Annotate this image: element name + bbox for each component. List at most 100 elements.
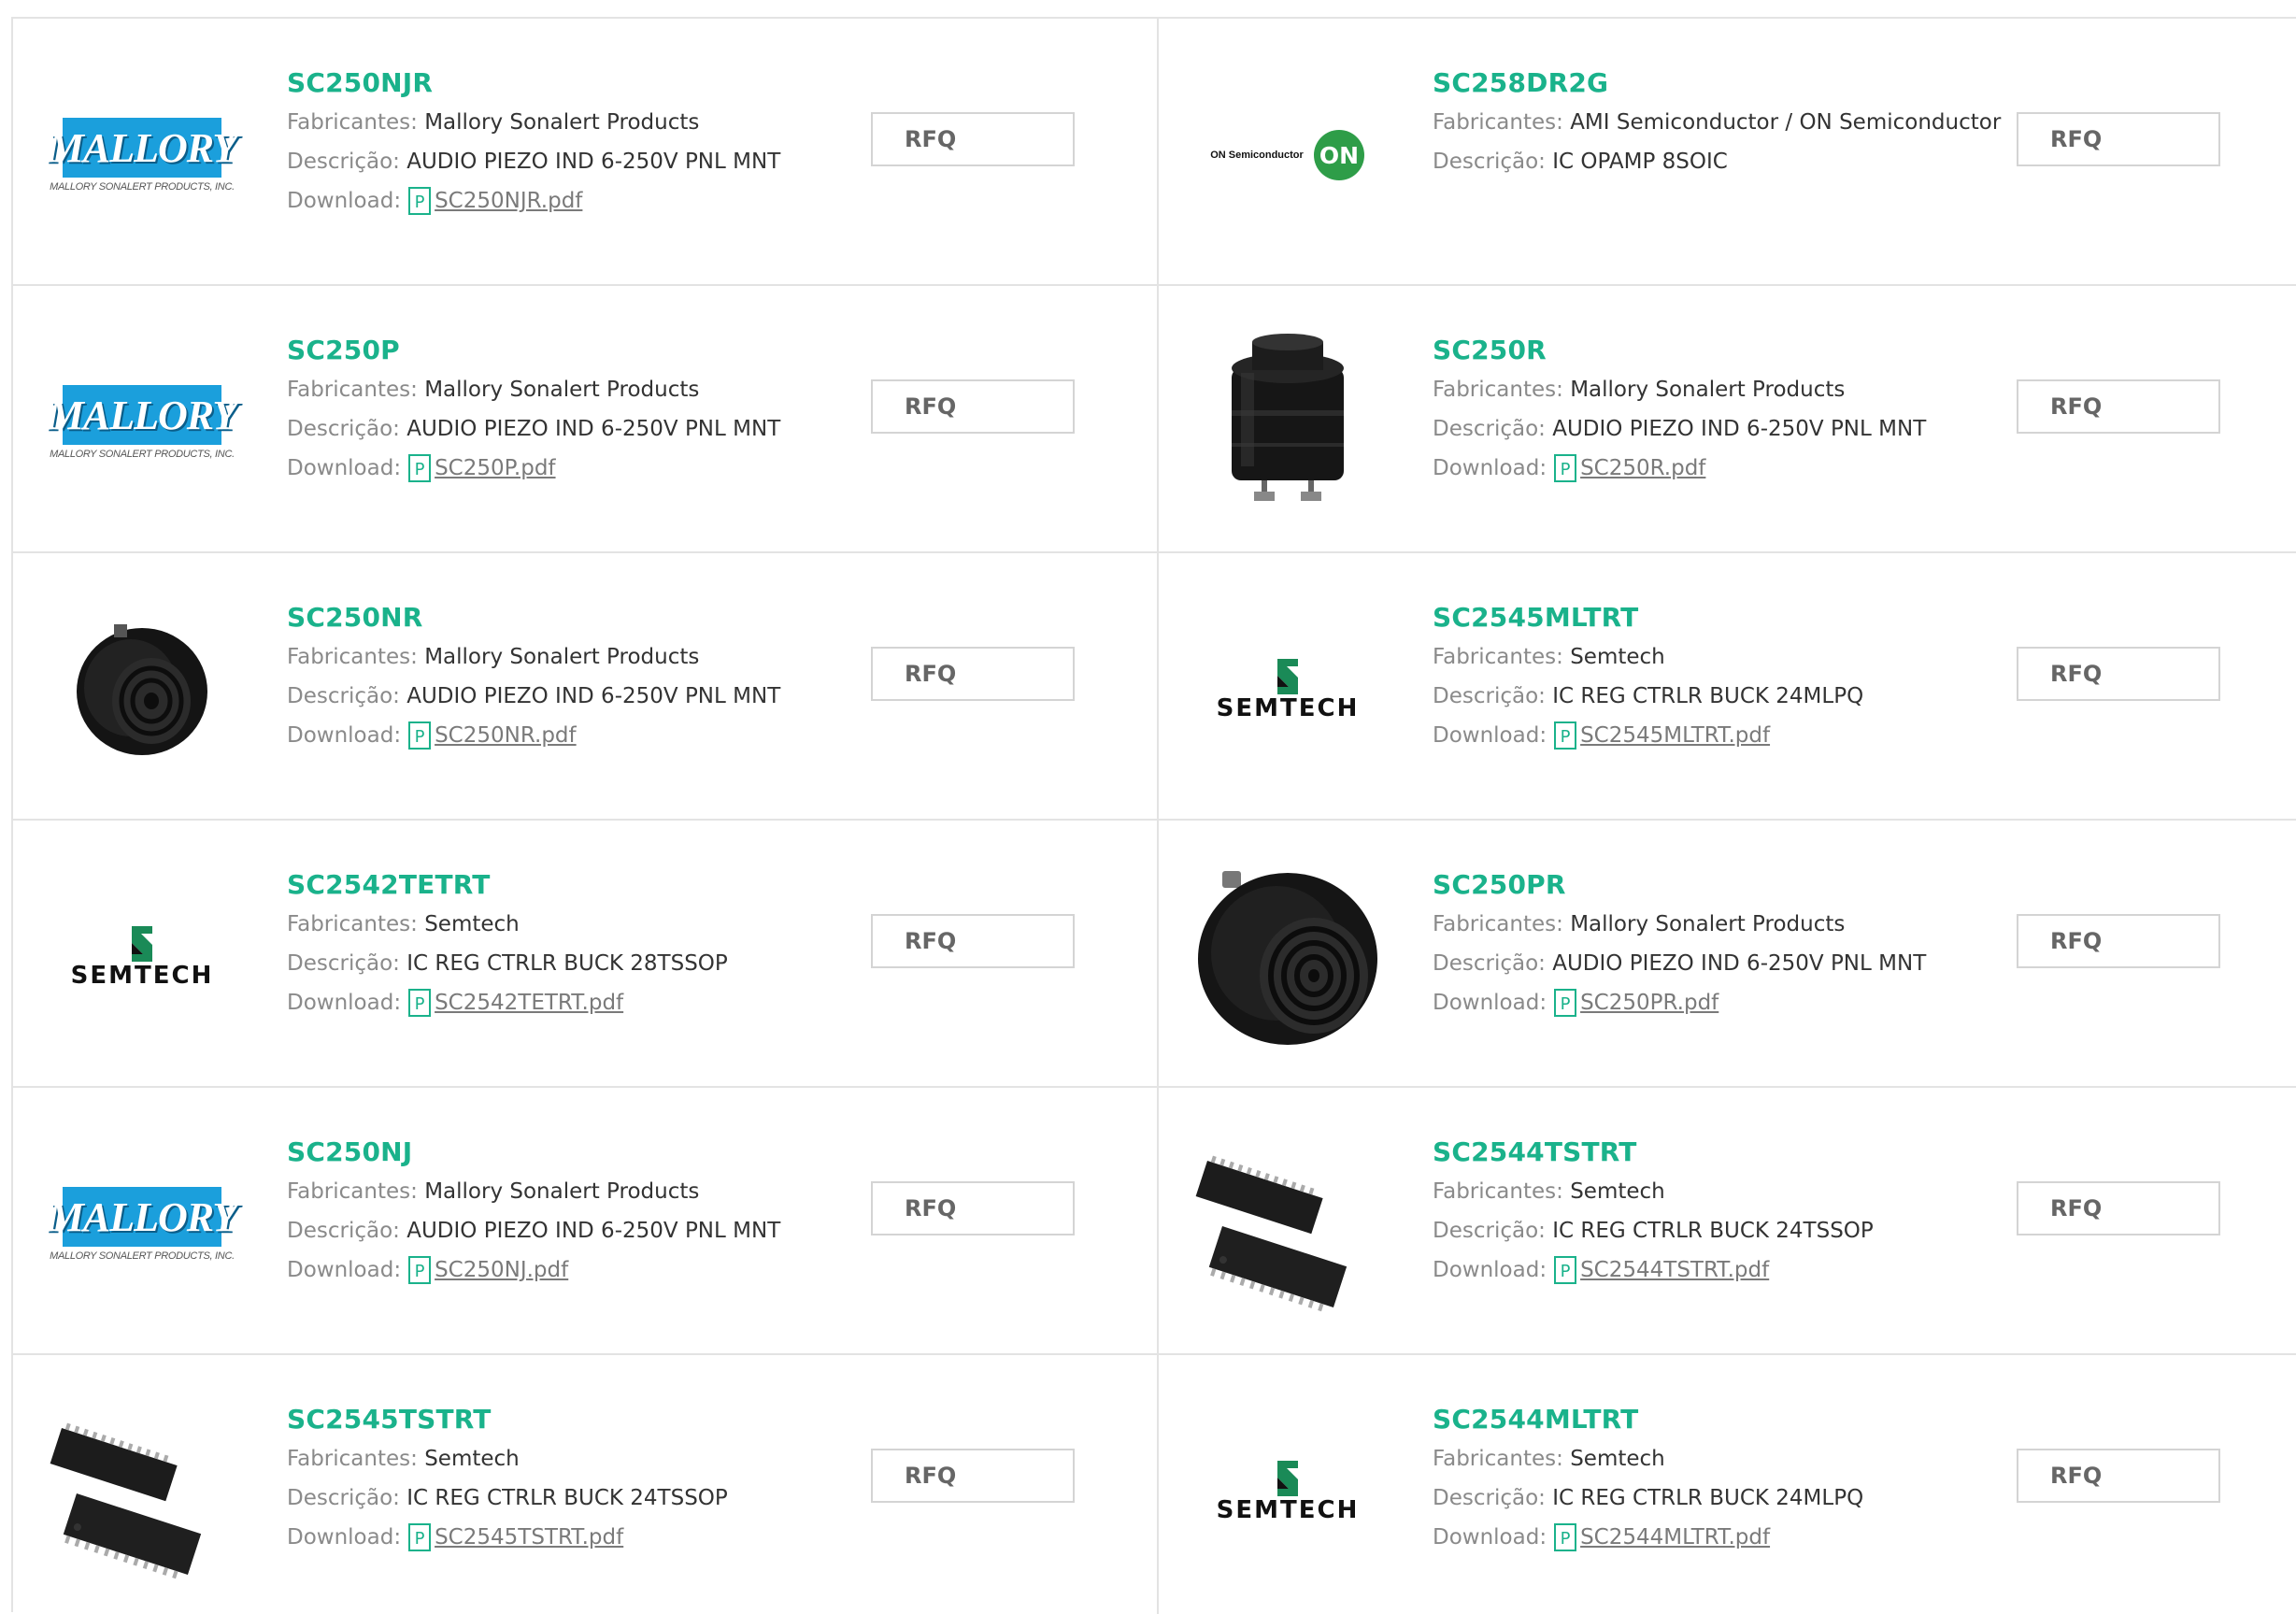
- part-number-link[interactable]: SC250PR: [1433, 869, 2012, 905]
- product-image[interactable]: [1194, 331, 1381, 514]
- product-image[interactable]: MALLORY MALLORY SONALERT PRODUCTS, INC.: [48, 64, 237, 247]
- manufacturer-row: Fabricantes: Semtech: [287, 1447, 520, 1471]
- product-image[interactable]: MALLORY MALLORY SONALERT PRODUCTS, INC.: [48, 1133, 237, 1316]
- svg-text:P: P: [1561, 994, 1571, 1014]
- product-card: SEMTECH SC2545MLTRT Fabricantes: Semtech…: [1159, 553, 2296, 821]
- product-card: ON Semiconductor ON SC258DR2G Fabricante…: [1159, 19, 2296, 286]
- part-number-link[interactable]: SC250NJ: [287, 1136, 866, 1172]
- semtech-mark-icon: [1276, 659, 1298, 694]
- description-row: Descrição: AUDIO PIEZO IND 6-250V PNL MN…: [1433, 417, 1927, 441]
- pdf-icon: P: [1554, 721, 1577, 750]
- rfq-button[interactable]: RFQ: [2017, 379, 2220, 434]
- tssop-chips-image: [50, 1422, 202, 1579]
- mallory-logo: MALLORY MALLORY SONALERT PRODUCTS, INC.: [48, 385, 237, 460]
- manufacturer-row: Fabricantes: Mallory Sonalert Products: [287, 378, 700, 402]
- product-grid: MALLORY MALLORY SONALERT PRODUCTS, INC. …: [11, 17, 2296, 1614]
- product-card: SC2545TSTRT Fabricantes: Semtech Descriç…: [13, 1355, 1159, 1614]
- product-image[interactable]: [1194, 865, 1381, 1049]
- tssop-chips-image: [1195, 1155, 1348, 1312]
- pdf-icon: P: [1554, 454, 1577, 482]
- rfq-button[interactable]: RFQ: [2017, 647, 2220, 701]
- product-image[interactable]: [1194, 1133, 1381, 1316]
- datasheet-link[interactable]: SC250NJR.pdf: [435, 181, 582, 221]
- datasheet-link[interactable]: SC2545TSTRT.pdf: [435, 1518, 623, 1557]
- svg-text:P: P: [1561, 1529, 1571, 1549]
- datasheet-link[interactable]: SC2542TETRT.pdf: [435, 983, 623, 1022]
- semtech-mark-icon: [131, 926, 152, 962]
- description-row: Descrição: IC REG CTRLR BUCK 28TSSOP: [287, 951, 728, 976]
- product-card: SEMTECH SC2542TETRT Fabricantes: Semtech…: [13, 821, 1159, 1088]
- datasheet-link[interactable]: SC250NR.pdf: [435, 716, 577, 755]
- on-semiconductor-logo: ON Semiconductor ON: [1210, 129, 1365, 181]
- product-card: MALLORY MALLORY SONALERT PRODUCTS, INC. …: [13, 1088, 1159, 1355]
- svg-text:ON: ON: [1319, 142, 1359, 169]
- pdf-icon: P: [1554, 989, 1577, 1017]
- mallory-logo: MALLORY MALLORY SONALERT PRODUCTS, INC.: [48, 1187, 237, 1262]
- rfq-button[interactable]: RFQ: [2017, 914, 2220, 968]
- semtech-logo: SEMTECH: [1217, 1459, 1360, 1524]
- rfq-button[interactable]: RFQ: [2017, 1449, 2220, 1503]
- datasheet-link[interactable]: SC2545MLTRT.pdf: [1580, 716, 1770, 755]
- description-row: Descrição: AUDIO PIEZO IND 6-250V PNL MN…: [287, 1219, 781, 1243]
- part-number-link[interactable]: SC2545MLTRT: [1433, 602, 2012, 637]
- datasheet-link[interactable]: SC2544TSTRT.pdf: [1580, 1250, 1769, 1290]
- product-card: MALLORY MALLORY SONALERT PRODUCTS, INC. …: [13, 19, 1159, 286]
- product-image[interactable]: MALLORY MALLORY SONALERT PRODUCTS, INC.: [48, 331, 237, 514]
- manufacturer-row: Fabricantes: Semtech: [287, 912, 520, 936]
- mallory-logo: MALLORY MALLORY SONALERT PRODUCTS, INC.: [48, 118, 237, 193]
- svg-text:P: P: [415, 994, 425, 1014]
- part-number-link[interactable]: SC2542TETRT: [287, 869, 866, 905]
- description-row: Descrição: IC REG CTRLR BUCK 24TSSOP: [1433, 1219, 1874, 1243]
- description-row: Descrição: IC REG CTRLR BUCK 24MLPQ: [1433, 1486, 1864, 1510]
- product-image[interactable]: SEMTECH: [1194, 1400, 1381, 1583]
- manufacturer-row: Fabricantes: Mallory Sonalert Products: [287, 110, 700, 135]
- part-number-link[interactable]: SC250R: [1433, 335, 2012, 370]
- svg-text:P: P: [415, 193, 425, 212]
- product-image[interactable]: SEMTECH: [49, 865, 235, 1049]
- download-row: Download: P SC250NJ.pdf: [287, 1250, 866, 1290]
- part-number-link[interactable]: SC2544MLTRT: [1433, 1404, 2012, 1439]
- product-image[interactable]: [49, 1400, 235, 1583]
- rfq-button[interactable]: RFQ: [2017, 1181, 2220, 1235]
- datasheet-link[interactable]: SC250PR.pdf: [1580, 983, 1718, 1022]
- pdf-icon: P: [408, 1523, 432, 1551]
- part-number-link[interactable]: SC250NR: [287, 602, 866, 637]
- buzzer-cylinder-image: [1232, 334, 1344, 501]
- rfq-button[interactable]: RFQ: [871, 112, 1075, 166]
- rfq-button[interactable]: RFQ: [871, 1181, 1075, 1235]
- product-card: SC2544TSTRT Fabricantes: Semtech Descriç…: [1159, 1088, 2296, 1355]
- rfq-button[interactable]: RFQ: [871, 379, 1075, 434]
- buzzer-round-image: [77, 624, 207, 755]
- datasheet-link[interactable]: SC250R.pdf: [1580, 449, 1705, 488]
- download-row: Download: P SC2545TSTRT.pdf: [287, 1518, 866, 1557]
- pdf-icon: P: [408, 1256, 432, 1284]
- rfq-button[interactable]: RFQ: [871, 914, 1075, 968]
- part-number-link[interactable]: SC258DR2G: [1433, 67, 2012, 103]
- datasheet-link[interactable]: SC250P.pdf: [435, 449, 555, 488]
- download-row: Download: P SC2542TETRT.pdf: [287, 983, 866, 1022]
- rfq-button[interactable]: RFQ: [871, 1449, 1075, 1503]
- product-image[interactable]: [49, 598, 235, 781]
- manufacturer-row: Fabricantes: Semtech: [1433, 1179, 1665, 1204]
- rfq-button[interactable]: RFQ: [2017, 112, 2220, 166]
- part-number-link[interactable]: SC2545TSTRT: [287, 1404, 866, 1439]
- svg-text:P: P: [1561, 727, 1571, 747]
- pdf-icon: P: [1554, 1523, 1577, 1551]
- download-row: Download: P SC250NJR.pdf: [287, 181, 866, 221]
- semtech-logo: SEMTECH: [71, 924, 214, 990]
- part-number-link[interactable]: SC250NJR: [287, 67, 866, 103]
- svg-text:P: P: [1561, 1262, 1571, 1281]
- part-number-link[interactable]: SC2544TSTRT: [1433, 1136, 2012, 1172]
- datasheet-link[interactable]: SC250NJ.pdf: [435, 1250, 568, 1290]
- description-row: Descrição: AUDIO PIEZO IND 6-250V PNL MN…: [287, 684, 781, 708]
- product-image[interactable]: ON Semiconductor ON: [1194, 64, 1381, 247]
- manufacturer-row: Fabricantes: AMI Semiconductor / ON Semi…: [1433, 110, 2002, 135]
- pdf-icon: P: [1554, 1256, 1577, 1284]
- download-row: Download: P SC250R.pdf: [1433, 449, 2012, 488]
- rfq-button[interactable]: RFQ: [871, 647, 1075, 701]
- part-number-link[interactable]: SC250P: [287, 335, 866, 370]
- product-image[interactable]: SEMTECH: [1194, 598, 1381, 781]
- datasheet-link[interactable]: SC2544MLTRT.pdf: [1580, 1518, 1770, 1557]
- pdf-icon: P: [408, 454, 432, 482]
- product-card: SC250R Fabricantes: Mallory Sonalert Pro…: [1159, 286, 2296, 553]
